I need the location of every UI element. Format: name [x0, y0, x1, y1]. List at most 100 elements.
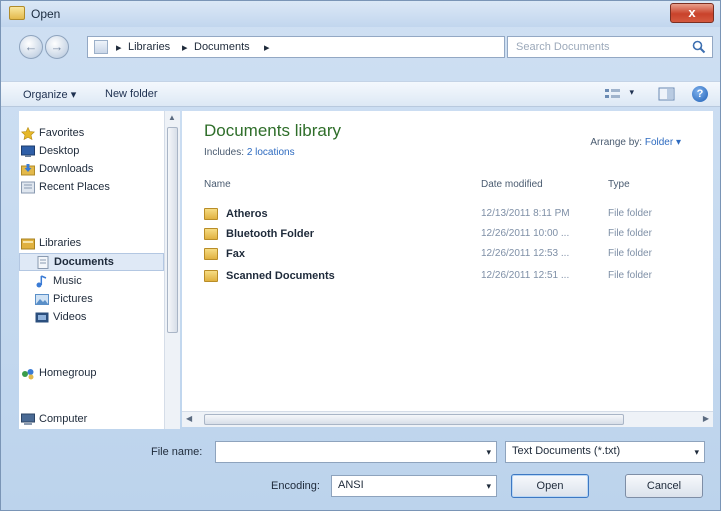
help-icon[interactable]: ? — [692, 86, 708, 102]
dialog-title: Open — [31, 7, 61, 21]
open-dialog: Open x ← → ▸ Libraries ▸ Documents ▸ ▾ ↻… — [0, 0, 721, 511]
search-icon[interactable] — [692, 40, 706, 54]
file-row[interactable]: Fax 12/26/2011 12:53 ... File folder — [204, 245, 684, 265]
nav-item-videos[interactable]: Videos — [19, 309, 164, 327]
nav-item-label: Computer — [39, 413, 88, 425]
homegroup-icon — [21, 367, 35, 380]
folder-icon — [204, 208, 218, 220]
scroll-left-icon[interactable]: ◀ — [186, 414, 192, 423]
nav-item-label: Libraries — [39, 237, 82, 249]
file-date: 12/26/2011 12:51 ... — [481, 270, 570, 281]
file-row[interactable]: Bluetooth Folder 12/26/2011 10:00 ... Fi… — [204, 225, 684, 245]
computer-icon — [21, 413, 35, 426]
file-list-pane: Documents library Includes: 2 locations … — [182, 111, 713, 411]
nav-item-label: Favorites — [39, 127, 85, 139]
file-type-dropdown-icon[interactable]: ▾ — [694, 447, 699, 458]
forward-button[interactable]: → — [45, 35, 69, 59]
scroll-right-icon[interactable]: ▶ — [703, 414, 709, 423]
preview-pane-icon[interactable] — [658, 87, 676, 101]
nav-item-label: Documents — [54, 256, 114, 268]
navigation-pane: Favorites Desktop Downloads Recent Place… — [19, 111, 164, 429]
title-bar: Open x — [1, 1, 720, 27]
views-dropdown-icon[interactable]: ▾ — [629, 87, 634, 98]
nav-item-pictures[interactable]: Pictures — [19, 291, 164, 309]
arrange-by-dropdown[interactable]: Folder ▾ — [645, 137, 681, 148]
nav-item-label: Music — [53, 275, 82, 287]
file-date: 12/26/2011 10:00 ... — [481, 228, 570, 239]
encoding-value: ANSI — [338, 479, 364, 491]
scroll-up-icon[interactable]: ▲ — [168, 113, 176, 122]
desktop-icon — [21, 145, 35, 158]
encoding-dropdown-icon[interactable]: ▾ — [486, 481, 491, 492]
breadcrumb-separator[interactable]: ▸ — [264, 41, 270, 54]
nav-item-libraries[interactable]: Libraries — [19, 235, 164, 253]
file-row[interactable]: Atheros 12/13/2011 8:11 PM File folder — [204, 205, 684, 225]
back-button[interactable]: ← — [19, 35, 43, 59]
navigation-bar: ← → ▸ Libraries ▸ Documents ▸ ▾ ↻ Search… — [1, 31, 720, 61]
file-type: File folder — [608, 248, 652, 259]
open-button[interactable]: Open — [511, 474, 589, 498]
nav-item-desktop[interactable]: Desktop — [19, 143, 164, 161]
music-icon — [35, 275, 49, 288]
nav-item-label: Recent Places — [39, 181, 110, 193]
recent-places-icon — [21, 181, 35, 194]
new-folder-button[interactable]: New folder — [105, 88, 158, 100]
nav-item-label: Videos — [53, 311, 87, 323]
column-header-type[interactable]: Type — [608, 179, 630, 190]
nav-item-label: Desktop — [39, 145, 80, 157]
navigation-scrollbar[interactable]: ▲ — [164, 111, 180, 429]
nav-item-favorites[interactable]: Favorites — [19, 125, 164, 143]
file-name: Atheros — [226, 208, 268, 220]
organize-button[interactable]: Organize ▾ — [23, 88, 76, 101]
views-icon[interactable] — [604, 87, 622, 101]
breadcrumb-separator: ▸ — [116, 42, 122, 54]
arrange-by: Arrange by: Folder ▾ — [590, 137, 681, 148]
locations-link[interactable]: 2 locations — [247, 147, 295, 158]
search-input[interactable]: Search Documents — [507, 36, 713, 58]
folder-icon — [204, 248, 218, 260]
library-includes: Includes: 2 locations — [204, 147, 295, 158]
column-header-date[interactable]: Date modified — [481, 179, 543, 190]
file-row[interactable]: Scanned Documents 12/26/2011 12:51 ... F… — [204, 267, 684, 287]
library-title: Documents library — [204, 121, 341, 140]
nav-item-recent-places[interactable]: Recent Places — [19, 179, 164, 197]
command-toolbar: Organize ▾ New folder ▾ ? — [1, 81, 720, 107]
cancel-button[interactable]: Cancel — [625, 474, 703, 498]
column-header-name[interactable]: Name — [204, 179, 231, 190]
file-type: File folder — [608, 228, 652, 239]
file-name-dropdown-icon[interactable]: ▾ — [486, 447, 491, 458]
close-button[interactable]: x — [670, 3, 714, 23]
scrollbar-thumb[interactable] — [204, 414, 624, 425]
file-type: File folder — [608, 270, 652, 281]
file-list-scrollbar[interactable]: ◀ ▶ — [182, 411, 713, 427]
breadcrumb-separator: ▸ — [182, 42, 188, 54]
downloads-icon — [21, 163, 35, 176]
file-name-label: File name: — [151, 446, 203, 458]
nav-item-label: Homegroup — [39, 367, 97, 379]
encoding-select[interactable]: ANSI ▾ — [331, 475, 497, 497]
includes-label: Includes: — [204, 147, 245, 158]
star-icon — [20, 126, 36, 141]
dialog-folder-icon — [9, 6, 25, 20]
nav-item-label: Pictures — [53, 293, 93, 305]
file-type-filter-value: Text Documents (*.txt) — [512, 445, 621, 457]
nav-item-downloads[interactable]: Downloads — [19, 161, 164, 179]
videos-icon — [35, 311, 49, 324]
address-bar[interactable]: ▸ Libraries ▸ Documents ▸ ▾ ↻ — [87, 36, 571, 58]
breadcrumb-documents[interactable]: Documents — [194, 41, 250, 53]
file-name-input[interactable]: ▾ — [215, 441, 497, 463]
encoding-label: Encoding: — [271, 480, 320, 492]
nav-item-documents[interactable]: Documents — [19, 253, 164, 271]
folder-icon — [204, 270, 218, 282]
nav-item-music[interactable]: Music — [19, 273, 164, 291]
file-type-filter-select[interactable]: Text Documents (*.txt) ▾ — [505, 441, 705, 463]
scrollbar-thumb[interactable] — [167, 127, 178, 333]
breadcrumb-libraries[interactable]: Libraries — [128, 41, 170, 53]
file-type: File folder — [608, 208, 652, 219]
search-placeholder: Search Documents — [516, 41, 610, 53]
nav-item-homegroup[interactable]: Homegroup — [19, 365, 164, 383]
file-date: 12/13/2011 8:11 PM — [481, 208, 570, 219]
file-date: 12/26/2011 12:53 ... — [481, 248, 570, 259]
address-folder-icon — [94, 40, 108, 54]
nav-item-computer[interactable]: Computer — [19, 411, 164, 429]
